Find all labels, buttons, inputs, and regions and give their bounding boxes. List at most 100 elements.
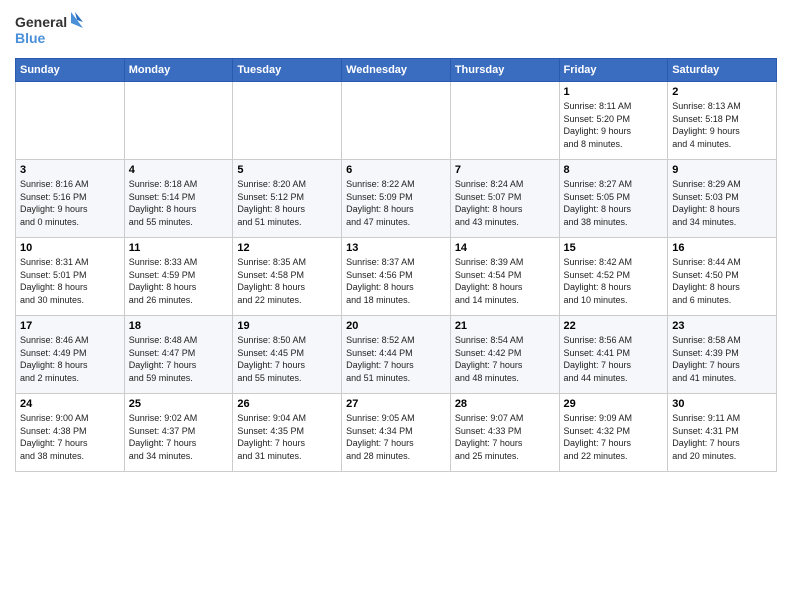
day-info: Sunrise: 8:18 AM Sunset: 5:14 PM Dayligh…: [129, 178, 229, 228]
week-row-5: 24 Sunrise: 9:00 AM Sunset: 4:38 PM Dayli…: [16, 394, 777, 472]
calendar-cell: 20 Sunrise: 8:52 AM Sunset: 4:44 PM Dayli…: [342, 316, 451, 394]
day-number: 23: [672, 320, 772, 332]
day-number: 6: [346, 164, 446, 176]
day-info: Sunrise: 8:54 AM Sunset: 4:42 PM Dayligh…: [455, 334, 555, 384]
calendar-cell: 24 Sunrise: 9:00 AM Sunset: 4:38 PM Dayli…: [16, 394, 125, 472]
day-info: Sunrise: 8:24 AM Sunset: 5:07 PM Dayligh…: [455, 178, 555, 228]
calendar-cell: 25 Sunrise: 9:02 AM Sunset: 4:37 PM Dayli…: [124, 394, 233, 472]
day-number: 28: [455, 398, 555, 410]
day-number: 29: [564, 398, 664, 410]
day-number: 12: [237, 242, 337, 254]
day-info: Sunrise: 8:37 AM Sunset: 4:56 PM Dayligh…: [346, 256, 446, 306]
calendar-cell: 28 Sunrise: 9:07 AM Sunset: 4:33 PM Dayli…: [450, 394, 559, 472]
day-info: Sunrise: 8:50 AM Sunset: 4:45 PM Dayligh…: [237, 334, 337, 384]
calendar-cell: 30 Sunrise: 9:11 AM Sunset: 4:31 PM Dayli…: [668, 394, 777, 472]
day-info: Sunrise: 8:35 AM Sunset: 4:58 PM Dayligh…: [237, 256, 337, 306]
calendar-cell: 13 Sunrise: 8:37 AM Sunset: 4:56 PM Dayli…: [342, 238, 451, 316]
calendar-cell: 21 Sunrise: 8:54 AM Sunset: 4:42 PM Dayli…: [450, 316, 559, 394]
day-number: 7: [455, 164, 555, 176]
day-number: 11: [129, 242, 229, 254]
day-info: Sunrise: 8:11 AM Sunset: 5:20 PM Dayligh…: [564, 100, 664, 150]
day-info: Sunrise: 8:52 AM Sunset: 4:44 PM Dayligh…: [346, 334, 446, 384]
day-info: Sunrise: 8:58 AM Sunset: 4:39 PM Dayligh…: [672, 334, 772, 384]
day-info: Sunrise: 9:05 AM Sunset: 4:34 PM Dayligh…: [346, 412, 446, 462]
day-number: 21: [455, 320, 555, 332]
calendar-cell: 29 Sunrise: 9:09 AM Sunset: 4:32 PM Dayli…: [559, 394, 668, 472]
day-info: Sunrise: 9:07 AM Sunset: 4:33 PM Dayligh…: [455, 412, 555, 462]
calendar-cell: 5Sunrise: 8:20 AM Sunset: 5:12 PM Daylig…: [233, 160, 342, 238]
calendar-cell: 19 Sunrise: 8:50 AM Sunset: 4:45 PM Dayli…: [233, 316, 342, 394]
day-info: Sunrise: 8:44 AM Sunset: 4:50 PM Dayligh…: [672, 256, 772, 306]
day-info: Sunrise: 8:31 AM Sunset: 5:01 PM Dayligh…: [20, 256, 120, 306]
calendar-cell: 3 Sunrise: 8:16 AM Sunset: 5:16 PM Daylig…: [16, 160, 125, 238]
calendar-cell: 17 Sunrise: 8:46 AM Sunset: 4:49 PM Dayli…: [16, 316, 125, 394]
weekday-header-saturday: Saturday: [668, 59, 777, 82]
day-number: 13: [346, 242, 446, 254]
logo: General Blue: [15, 10, 85, 50]
day-info: Sunrise: 9:02 AM Sunset: 4:37 PM Dayligh…: [129, 412, 229, 462]
day-number: 19: [237, 320, 337, 332]
day-number: 30: [672, 398, 772, 410]
calendar-cell: 8 Sunrise: 8:27 AM Sunset: 5:05 PM Daylig…: [559, 160, 668, 238]
calendar-cell: 2Sunrise: 8:13 AM Sunset: 5:18 PM Daylig…: [668, 82, 777, 160]
day-number: 14: [455, 242, 555, 254]
calendar-table: SundayMondayTuesdayWednesdayThursdayFrid…: [15, 58, 777, 472]
day-number: 18: [129, 320, 229, 332]
weekday-header-tuesday: Tuesday: [233, 59, 342, 82]
day-info: Sunrise: 8:46 AM Sunset: 4:49 PM Dayligh…: [20, 334, 120, 384]
weekday-header-sunday: Sunday: [16, 59, 125, 82]
weekday-header-thursday: Thursday: [450, 59, 559, 82]
day-info: Sunrise: 9:11 AM Sunset: 4:31 PM Dayligh…: [672, 412, 772, 462]
day-info: Sunrise: 9:00 AM Sunset: 4:38 PM Dayligh…: [20, 412, 120, 462]
calendar-cell: 16 Sunrise: 8:44 AM Sunset: 4:50 PM Dayli…: [668, 238, 777, 316]
day-info: Sunrise: 8:16 AM Sunset: 5:16 PM Dayligh…: [20, 178, 120, 228]
day-number: 25: [129, 398, 229, 410]
calendar-cell: 7 Sunrise: 8:24 AM Sunset: 5:07 PM Daylig…: [450, 160, 559, 238]
day-info: Sunrise: 8:13 AM Sunset: 5:18 PM Dayligh…: [672, 100, 772, 150]
day-info: Sunrise: 9:09 AM Sunset: 4:32 PM Dayligh…: [564, 412, 664, 462]
day-number: 27: [346, 398, 446, 410]
day-info: Sunrise: 8:29 AM Sunset: 5:03 PM Dayligh…: [672, 178, 772, 228]
calendar-cell: [450, 82, 559, 160]
day-number: 1: [564, 86, 664, 98]
week-row-2: 3 Sunrise: 8:16 AM Sunset: 5:16 PM Daylig…: [16, 160, 777, 238]
header: General Blue: [15, 10, 777, 50]
day-number: 26: [237, 398, 337, 410]
day-info: Sunrise: 8:42 AM Sunset: 4:52 PM Dayligh…: [564, 256, 664, 306]
calendar-cell: 1 Sunrise: 8:11 AM Sunset: 5:20 PM Daylig…: [559, 82, 668, 160]
day-info: Sunrise: 8:22 AM Sunset: 5:09 PM Dayligh…: [346, 178, 446, 228]
svg-text:Blue: Blue: [15, 30, 46, 46]
calendar-cell: 6 Sunrise: 8:22 AM Sunset: 5:09 PM Daylig…: [342, 160, 451, 238]
day-number: 4: [129, 164, 229, 176]
calendar-cell: [342, 82, 451, 160]
calendar-cell: 18Sunrise: 8:48 AM Sunset: 4:47 PM Dayli…: [124, 316, 233, 394]
week-row-4: 17 Sunrise: 8:46 AM Sunset: 4:49 PM Dayli…: [16, 316, 777, 394]
day-info: Sunrise: 8:27 AM Sunset: 5:05 PM Dayligh…: [564, 178, 664, 228]
weekday-header-wednesday: Wednesday: [342, 59, 451, 82]
week-row-1: 1 Sunrise: 8:11 AM Sunset: 5:20 PM Daylig…: [16, 82, 777, 160]
day-info: Sunrise: 8:56 AM Sunset: 4:41 PM Dayligh…: [564, 334, 664, 384]
calendar-cell: [16, 82, 125, 160]
week-row-3: 10 Sunrise: 8:31 AM Sunset: 5:01 PM Dayli…: [16, 238, 777, 316]
calendar-cell: 15Sunrise: 8:42 AM Sunset: 4:52 PM Dayli…: [559, 238, 668, 316]
day-number: 20: [346, 320, 446, 332]
day-number: 16: [672, 242, 772, 254]
day-number: 24: [20, 398, 120, 410]
calendar-cell: 14Sunrise: 8:39 AM Sunset: 4:54 PM Dayli…: [450, 238, 559, 316]
day-number: 10: [20, 242, 120, 254]
calendar-cell: 27 Sunrise: 9:05 AM Sunset: 4:34 PM Dayli…: [342, 394, 451, 472]
day-number: 9: [672, 164, 772, 176]
page-container: General Blue SundayMondayTuesdayWednesda…: [0, 0, 792, 482]
logo-svg: General Blue: [15, 10, 85, 50]
day-number: 8: [564, 164, 664, 176]
day-number: 17: [20, 320, 120, 332]
weekday-header-row: SundayMondayTuesdayWednesdayThursdayFrid…: [16, 59, 777, 82]
calendar-cell: 23 Sunrise: 8:58 AM Sunset: 4:39 PM Dayli…: [668, 316, 777, 394]
day-number: 22: [564, 320, 664, 332]
calendar-cell: 10 Sunrise: 8:31 AM Sunset: 5:01 PM Dayli…: [16, 238, 125, 316]
day-number: 3: [20, 164, 120, 176]
svg-text:General: General: [15, 14, 67, 30]
day-info: Sunrise: 8:33 AM Sunset: 4:59 PM Dayligh…: [129, 256, 229, 306]
calendar-cell: 11 Sunrise: 8:33 AM Sunset: 4:59 PM Dayli…: [124, 238, 233, 316]
calendar-cell: 26Sunrise: 9:04 AM Sunset: 4:35 PM Dayli…: [233, 394, 342, 472]
